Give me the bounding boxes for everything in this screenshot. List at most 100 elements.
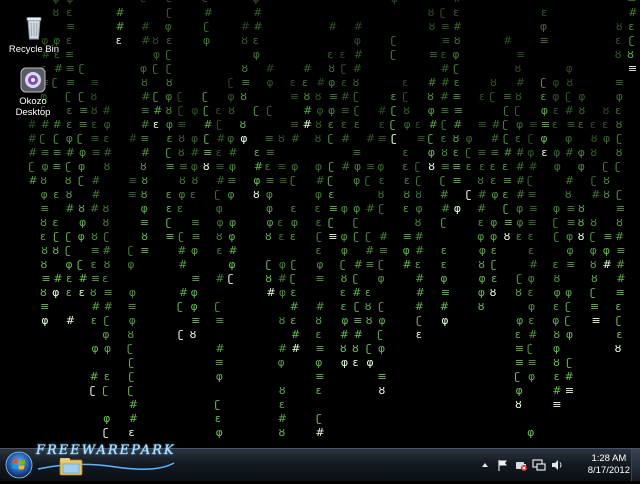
matrix-glyph: φ [440, 272, 447, 285]
matrix-glyph: ≡ [441, 20, 450, 33]
matrix-glyph: ʗ [616, 188, 622, 201]
matrix-glyph: ≡ [166, 160, 175, 173]
show-hidden-icons-arrow[interactable] [478, 458, 492, 472]
matrix-glyph: φ [454, 202, 461, 215]
show-desktop-button[interactable] [631, 449, 640, 481]
power-icon[interactable] [514, 458, 528, 472]
matrix-glyph: # [341, 160, 350, 173]
matrix-glyph: ȣ [127, 328, 134, 341]
matrix-glyph: ʗ [553, 216, 559, 229]
okozo-desktop-shortcut[interactable]: Okozo Desktop [3, 66, 63, 118]
matrix-glyph: ≡ [128, 300, 137, 313]
matrix-glyph: ɛ [166, 188, 172, 201]
matrix-glyph: ≡ [552, 398, 561, 411]
matrix-glyph: ɛ [454, 76, 460, 89]
matrix-glyph: ʗ [204, 20, 210, 33]
matrix-glyph: ʗ [527, 342, 533, 355]
matrix-glyph: ɛ [66, 104, 72, 117]
matrix-glyph: ɛ [402, 160, 408, 173]
matrix-glyph: ɛ [404, 174, 410, 187]
matrix-glyph: # [215, 342, 224, 355]
matrix-glyph: φ [65, 258, 72, 271]
action-center-flag-icon[interactable] [496, 458, 510, 472]
matrix-glyph: ȣ [328, 62, 335, 75]
matrix-glyph: φ [103, 412, 110, 425]
matrix-glyph: ʗ [103, 426, 109, 439]
matrix-glyph: ɛ [91, 118, 97, 131]
matrix-glyph: ɛ [391, 90, 397, 103]
matrix-glyph: ≡ [452, 160, 461, 173]
matrix-glyph: # [415, 244, 424, 257]
matrix-glyph: # [503, 34, 512, 47]
matrix-glyph: ≡ [503, 174, 512, 187]
matrix-glyph: ≡ [403, 230, 412, 243]
matrix-glyph: ɛ [290, 202, 296, 215]
matrix-glyph: ʗ [129, 356, 135, 369]
matrix-glyph: # [241, 20, 250, 33]
matrix-glyph: ɛ [316, 244, 322, 257]
system-clock[interactable]: 1:28 AM 8/17/2012 [588, 453, 630, 477]
matrix-glyph: ≡ [515, 342, 524, 355]
matrix-glyph: # [478, 188, 487, 201]
matrix-glyph: ȣ [240, 90, 247, 103]
matrix-glyph: ȣ [216, 230, 223, 243]
matrix-glyph: ʗ [29, 160, 35, 173]
matrix-glyph: ɛ [265, 160, 271, 173]
network-icon[interactable] [532, 458, 546, 472]
matrix-glyph: ɛ [415, 258, 421, 271]
matrix-glyph: # [416, 286, 425, 299]
matrix-glyph: ɛ [52, 216, 58, 229]
matrix-glyph: φ [227, 90, 234, 103]
matrix-glyph: # [303, 104, 312, 117]
matrix-glyph: ȣ [453, 132, 460, 145]
matrix-glyph: ≡ [315, 342, 324, 355]
matrix-glyph: ʗ [391, 104, 397, 117]
windows-explorer-taskbar-button[interactable] [56, 454, 86, 478]
matrix-glyph: ȣ [365, 300, 372, 313]
matrix-glyph: # [365, 244, 374, 257]
matrix-glyph: ɛ [441, 244, 447, 257]
matrix-glyph: ȣ [352, 342, 359, 355]
matrix-glyph: ɛ [491, 244, 497, 257]
volume-icon[interactable] [550, 458, 564, 472]
matrix-glyph: φ [166, 118, 173, 131]
matrix-glyph: φ [565, 286, 572, 299]
matrix-glyph: # [440, 188, 449, 201]
matrix-glyph: ȣ [403, 104, 410, 117]
matrix-glyph: φ [553, 342, 560, 355]
matrix-glyph: ȣ [415, 216, 422, 229]
matrix-glyph: ≡ [441, 160, 450, 173]
matrix-glyph: φ [540, 20, 547, 33]
clock-time: 1:28 AM [591, 453, 627, 464]
matrix-glyph: ɛ [341, 76, 347, 89]
matrix-glyph: φ [354, 160, 361, 173]
matrix-glyph: ȣ [403, 188, 410, 201]
matrix-glyph: # [278, 412, 287, 425]
desktop[interactable]: ###ʗ#φ#ɛ≡φʗ#ʗ≡φȣφ≡ȣɛȣȣ≡ȣ≡φφȣφɛ#ʗ#ʗ≡≡ɛɛʗȣ… [0, 0, 640, 448]
matrix-glyph: ɛ [528, 314, 534, 327]
matrix-glyph: # [315, 426, 324, 439]
matrix-glyph: ≡ [191, 314, 200, 327]
matrix-glyph: φ [66, 132, 73, 145]
matrix-glyph: # [440, 300, 449, 313]
matrix-glyph: φ [477, 230, 484, 243]
matrix-glyph: φ [227, 132, 234, 145]
matrix-glyph: ʗ [291, 258, 297, 271]
matrix-glyph: φ [578, 146, 585, 159]
matrix-glyph: ɛ [279, 398, 285, 411]
matrix-glyph: # [515, 146, 524, 159]
matrix-glyph: ≡ [266, 146, 275, 159]
matrix-glyph: ȣ [590, 258, 597, 271]
matrix-glyph: ≡ [540, 34, 549, 47]
matrix-glyph: φ [279, 258, 286, 271]
matrix-glyph: φ [41, 314, 48, 327]
matrix-glyph: ȣ [603, 174, 610, 187]
matrix-glyph: ʗ [491, 258, 497, 271]
recycle-bin-shortcut[interactable]: Recycle Bin [4, 14, 64, 55]
start-button[interactable] [4, 450, 34, 480]
matrix-glyph: ʗ [228, 76, 234, 89]
matrix-glyph: ≡ [41, 272, 50, 285]
matrix-glyph: φ [52, 286, 59, 299]
matrix-glyph: ɛ [302, 76, 308, 89]
matrix-glyph: ɛ [602, 118, 608, 131]
